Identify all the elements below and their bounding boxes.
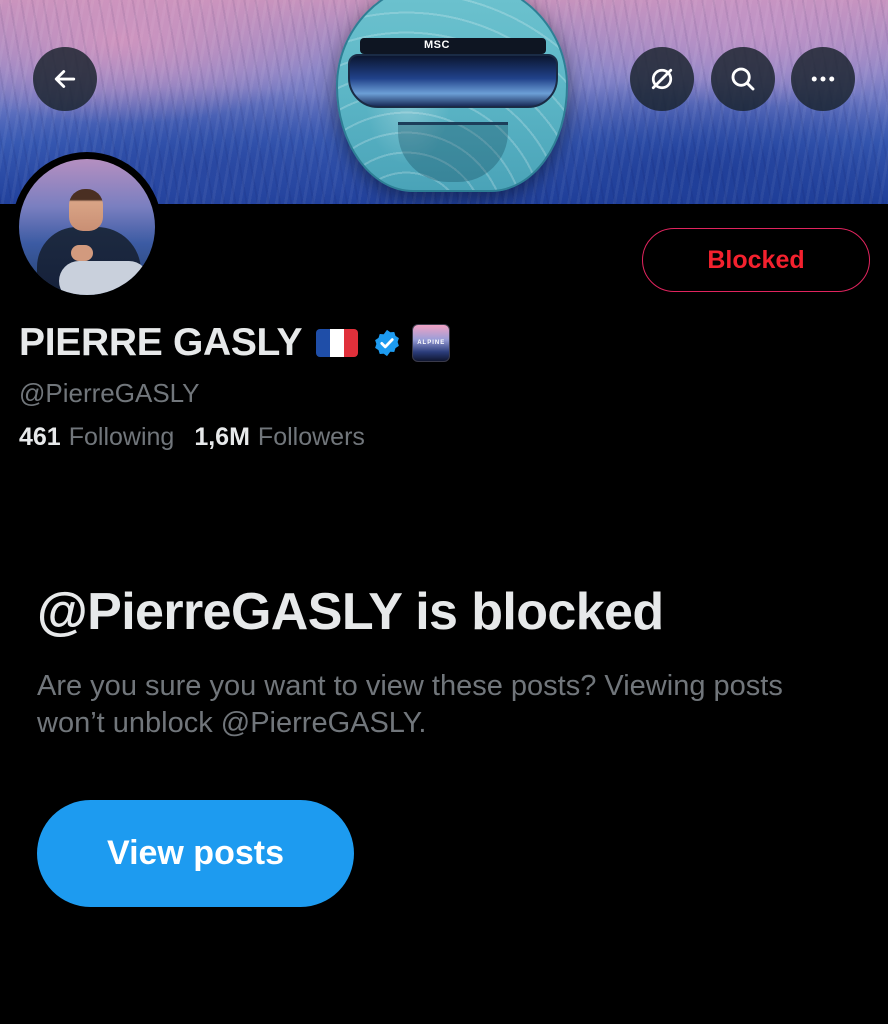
avatar-hand [71,245,93,261]
search-icon [731,67,755,91]
name-row: PIERRE GASLY ALPINE [19,318,451,368]
blocked-title: @PierreGASLY is blocked [37,583,664,641]
search-button[interactable] [711,47,775,111]
following-count: 461 [19,423,61,451]
blocked-button[interactable]: Blocked [642,228,870,292]
profile-handle: @PierreGASLY [19,378,200,408]
profile-stats: 461 Following 1,6M Followers [19,423,365,452]
verified-badge-icon[interactable] [372,328,402,358]
avatar-knee [59,261,149,295]
grok-slash-icon [651,68,673,90]
more-horizontal-icon [811,76,835,82]
more-button[interactable] [791,47,855,111]
display-name: PIERRE GASLY [19,321,303,364]
followers-count: 1,6M [194,423,250,451]
helmet-visor [348,54,558,108]
arrow-left-icon [54,70,76,88]
back-button[interactable] [33,47,97,111]
followers-label: Followers [257,423,365,451]
alpine-affiliate-badge-icon[interactable]: ALPINE [412,324,451,362]
view-posts-button[interactable]: View posts [37,800,354,907]
followers-link[interactable]: 1,6M Followers [194,423,365,452]
visor-band [360,38,546,54]
france-flag-icon [316,329,359,357]
affiliate-badge-text: ALPINE [417,340,446,346]
following-link[interactable]: 461 Following [19,423,174,452]
avatar-image [19,159,155,295]
following-label: Following [68,423,175,451]
avatar[interactable] [12,152,162,302]
helmet-image: MSC [336,0,568,192]
blocked-description: Are you sure you want to view these post… [37,670,783,739]
visor-sponsor-text: MSC [424,39,450,51]
avatar-head [69,189,103,231]
grok-button[interactable] [630,47,694,111]
